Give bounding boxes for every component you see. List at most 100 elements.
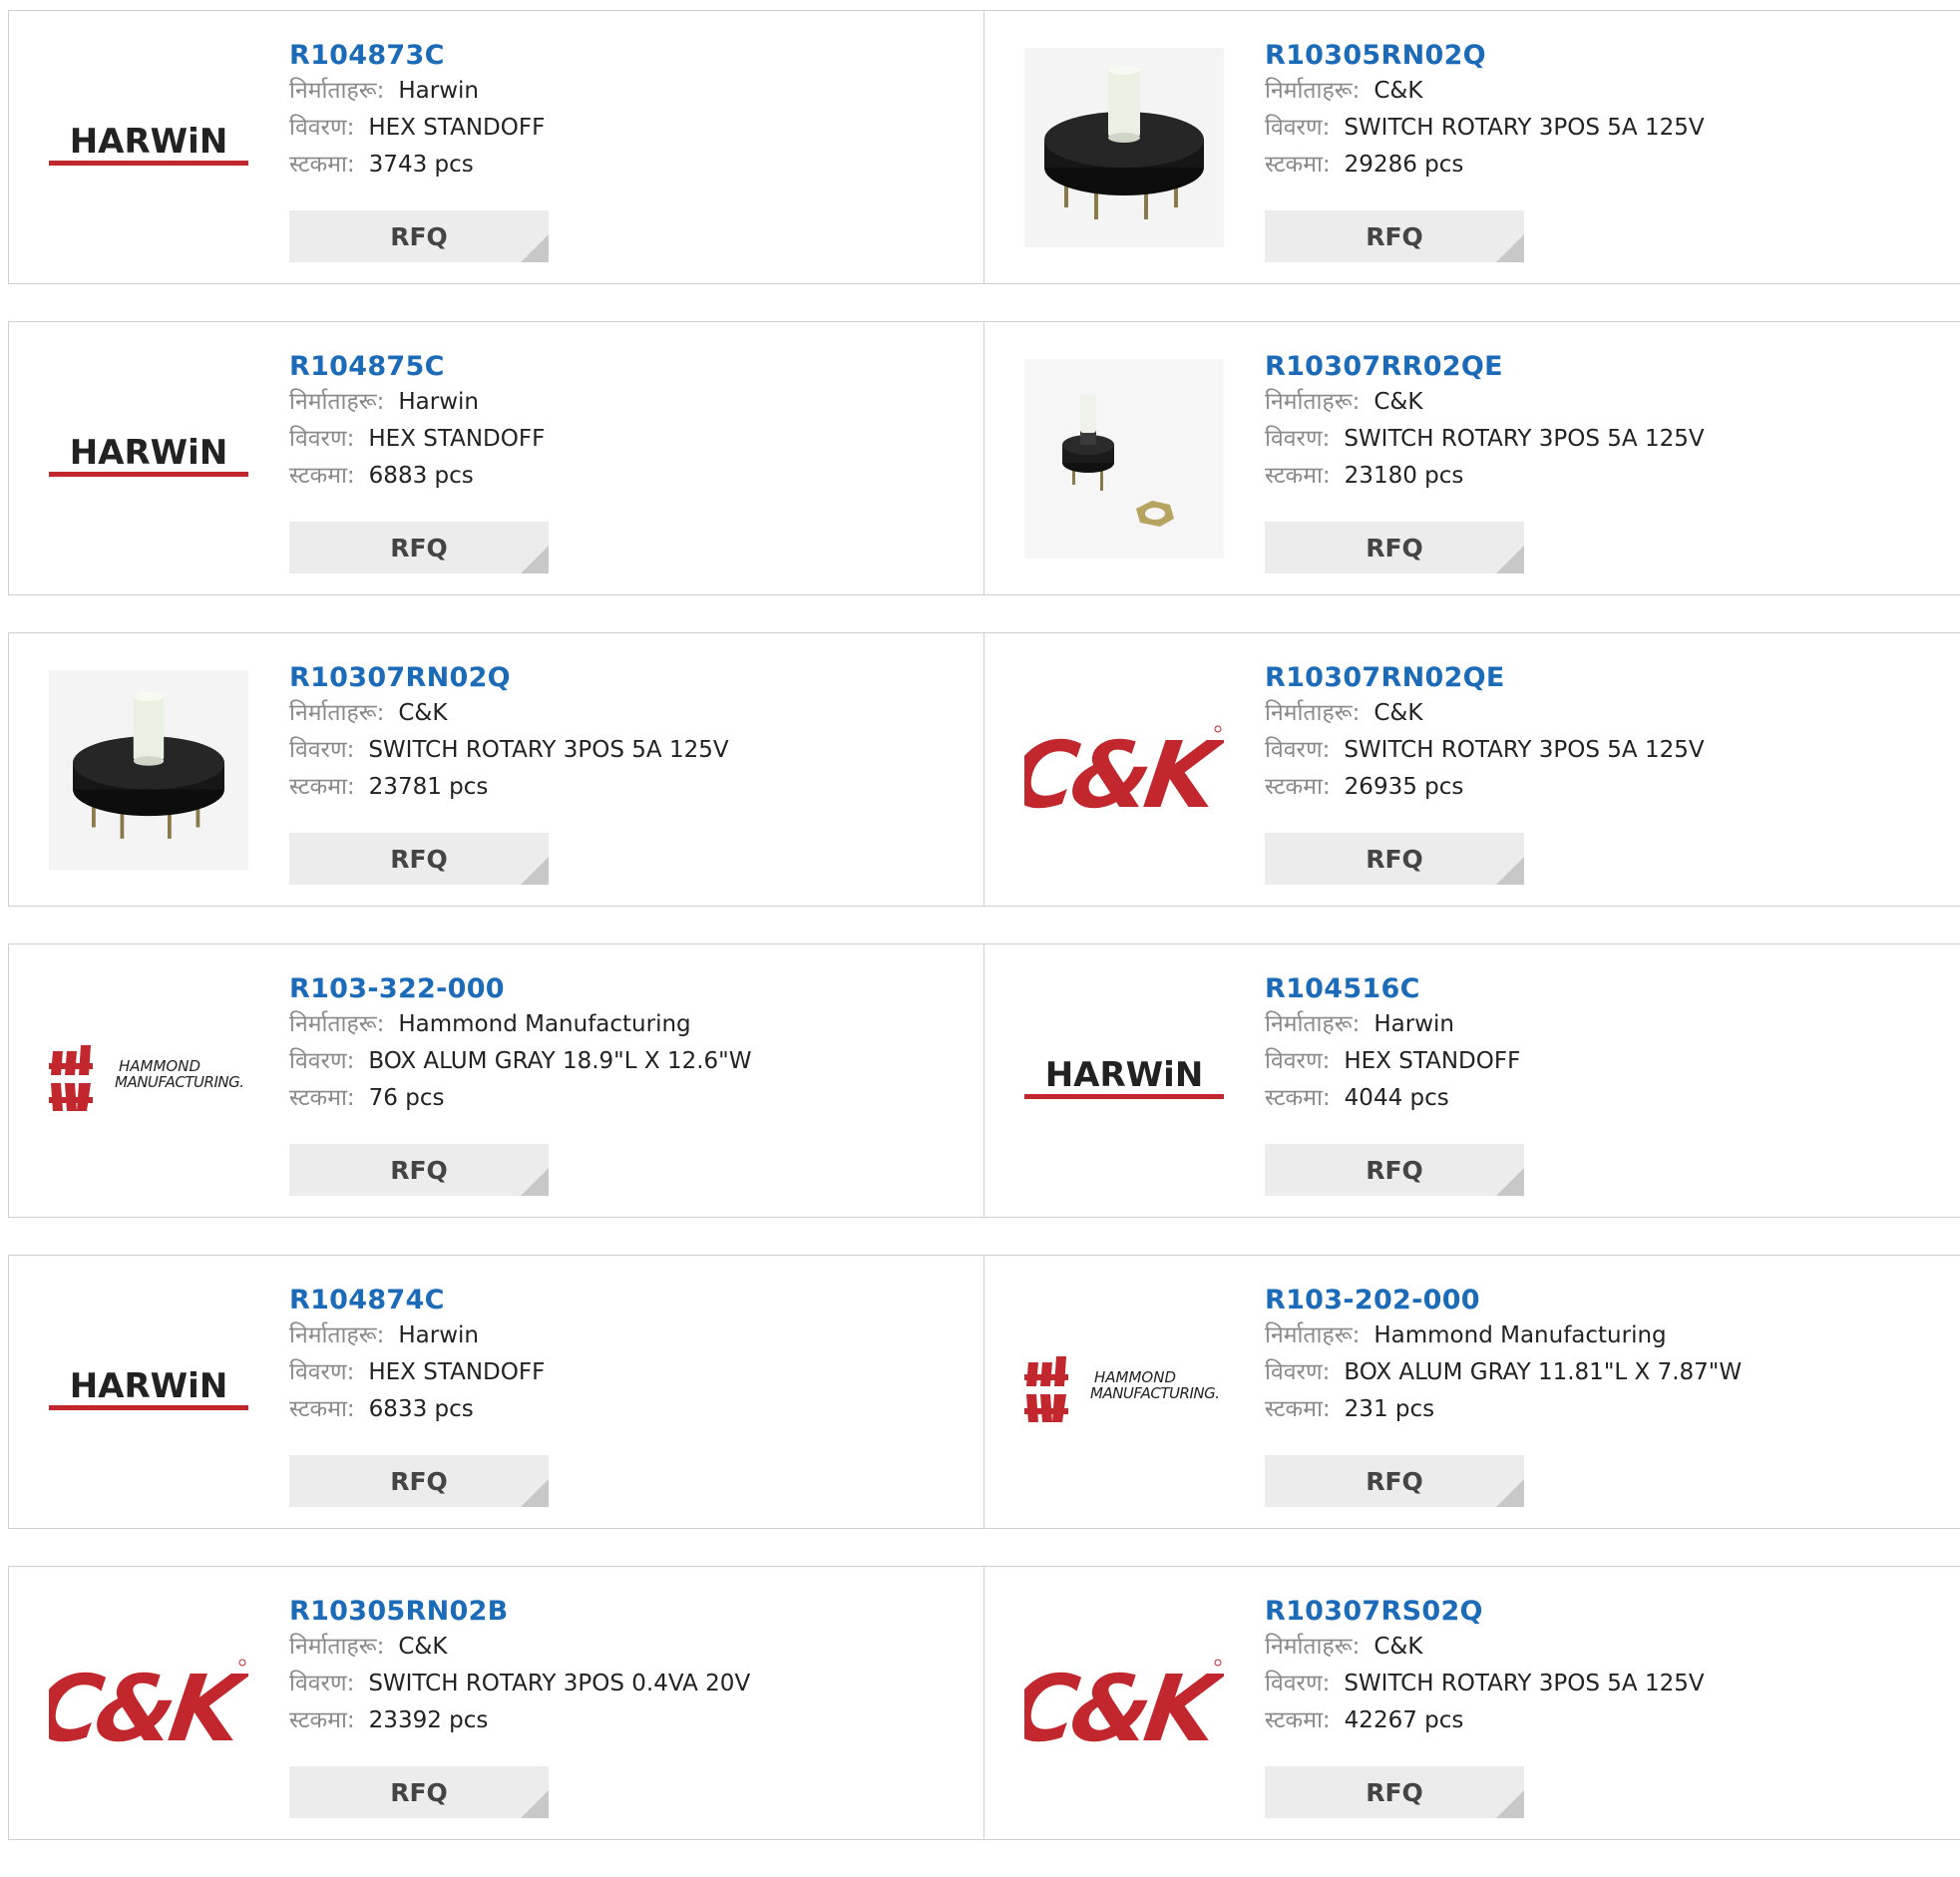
product-image[interactable]: C&K: [1024, 1604, 1224, 1803]
description-value: SWITCH ROTARY 3POS 5A 125V: [1344, 115, 1705, 141]
product-card: HARWiN R104516C निर्माताहरू: Harwin विवरण…: [983, 943, 1960, 1218]
product-image[interactable]: HAMMOND MANUFACTURING.: [1024, 1293, 1224, 1492]
stock-value: 231 pcs: [1344, 1396, 1435, 1422]
description-row: विवरण: SWITCH ROTARY 3POS 5A 125V: [289, 732, 975, 769]
stock-row: स्टकमा: 6833 pcs: [289, 1391, 975, 1428]
part-number-link[interactable]: R104874C: [289, 1284, 975, 1317]
product-image[interactable]: C&K: [1024, 670, 1224, 870]
manufacturer-label: निर्माताहरू:: [289, 1011, 385, 1037]
stock-row: स्टकमा: 26935 pcs: [1265, 769, 1950, 806]
part-number-link[interactable]: R10307RS02Q: [1265, 1595, 1950, 1629]
description-label: विवरण:: [289, 115, 355, 141]
part-number-link[interactable]: R104875C: [289, 350, 975, 384]
rfq-button[interactable]: RFQ: [289, 210, 549, 262]
product-card: C&K R10307RN02QE निर्माताहरू: C&K विवरण: S…: [983, 632, 1960, 907]
product-image[interactable]: [1024, 359, 1224, 559]
description-label: विवरण:: [289, 1359, 355, 1385]
part-number-link[interactable]: R10307RN02Q: [289, 661, 975, 695]
stock-label: स्टकमा:: [1265, 1396, 1331, 1422]
product-card: HAMMOND MANUFACTURING. R103-322-000 निर्…: [8, 943, 985, 1218]
stock-value: 26935 pcs: [1344, 774, 1464, 800]
description-label: विवरण:: [289, 1671, 355, 1696]
hammond-logo-icon: HAMMOND MANUFACTURING.: [1024, 1356, 1220, 1422]
manufacturer-value: C&K: [1373, 389, 1423, 415]
rfq-button[interactable]: RFQ: [289, 833, 549, 885]
part-number-link[interactable]: R103-322-000: [289, 972, 975, 1006]
product-card: R10307RN02Q निर्माताहरू: C&K विवरण: SWITCH…: [8, 632, 985, 907]
stock-row: स्टकमा: 76 pcs: [289, 1080, 975, 1117]
corner-triangle-icon: [521, 1790, 549, 1818]
stock-value: 23781 pcs: [368, 774, 489, 800]
manufacturer-value: Harwin: [398, 389, 479, 415]
product-info: R10307RN02QE निर्माताहरू: C&K विवरण: SWITC…: [1265, 661, 1950, 806]
product-image[interactable]: HARWiN: [1024, 981, 1224, 1181]
stock-label: स्टकमा:: [1265, 1085, 1331, 1111]
product-image[interactable]: [1024, 48, 1224, 247]
product-card: HAMMOND MANUFACTURING. R103-202-000 निर्…: [983, 1255, 1960, 1529]
manufacturer-row: निर्माताहरू: C&K: [1265, 73, 1950, 110]
manufacturer-row: निर्माताहरू: C&K: [289, 1629, 975, 1666]
harwin-wordmark: HARWiN: [70, 1366, 228, 1406]
description-label: विवरण:: [289, 426, 355, 452]
manufacturer-row: निर्माताहरू: Harwin: [289, 1317, 975, 1354]
rfq-button[interactable]: RFQ: [289, 1766, 549, 1818]
manufacturer-value: Harwin: [1373, 1011, 1454, 1037]
part-number-link[interactable]: R103-202-000: [1265, 1284, 1950, 1317]
stock-row: स्टकमा: 3743 pcs: [289, 147, 975, 184]
description-value: HEX STANDOFF: [368, 426, 546, 452]
part-number-link[interactable]: R104873C: [289, 39, 975, 73]
description-label: विवरण:: [289, 1048, 355, 1074]
stock-label: स्टकमा:: [289, 774, 355, 800]
stock-row: स्टकमा: 23781 pcs: [289, 769, 975, 806]
description-row: विवरण: HEX STANDOFF: [1265, 1043, 1950, 1080]
product-info: R10305RN02B निर्माताहरू: C&K विवरण: SWITCH…: [289, 1595, 975, 1739]
stock-label: स्टकमा:: [1265, 463, 1331, 489]
rfq-button[interactable]: RFQ: [1265, 833, 1524, 885]
description-value: HEX STANDOFF: [368, 1359, 546, 1385]
stock-label: स्टकमा:: [289, 152, 355, 178]
part-number-link[interactable]: R104516C: [1265, 972, 1950, 1006]
ck-wordmark: C&K: [49, 1655, 248, 1758]
manufacturer-value: Harwin: [398, 78, 479, 104]
rfq-label: RFQ: [1366, 1155, 1423, 1185]
rfq-label: RFQ: [390, 221, 448, 251]
rfq-label: RFQ: [390, 1466, 448, 1496]
product-info: R104874C निर्माताहरू: Harwin विवरण: HEX ST…: [289, 1284, 975, 1428]
product-card: HARWiN R104874C निर्माताहरू: Harwin विवरण…: [8, 1255, 985, 1529]
product-image[interactable]: C&K: [49, 1604, 248, 1803]
manufacturer-row: निर्माताहरू: C&K: [1265, 384, 1950, 421]
product-image[interactable]: HAMMOND MANUFACTURING.: [49, 981, 248, 1181]
stock-label: स्टकमा:: [1265, 1707, 1331, 1733]
harwin-wordmark: HARWiN: [70, 433, 228, 473]
rfq-button[interactable]: RFQ: [1265, 522, 1524, 573]
rfq-button[interactable]: RFQ: [1265, 1144, 1524, 1196]
part-number-link[interactable]: R10307RN02QE: [1265, 661, 1950, 695]
manufacturer-label: निर्माताहरू:: [289, 389, 385, 415]
ck-wordmark: C&K: [1024, 721, 1224, 825]
description-value: SWITCH ROTARY 3POS 0.4VA 20V: [368, 1671, 751, 1696]
part-number-link[interactable]: R10305RN02Q: [1265, 39, 1950, 73]
corner-triangle-icon: [521, 1168, 549, 1196]
manufacturer-label: निर्माताहरू:: [289, 78, 385, 104]
description-value: SWITCH ROTARY 3POS 5A 125V: [1344, 426, 1705, 452]
product-info: R10307RR02QE निर्माताहरू: C&K विवरण: SWITC…: [1265, 350, 1950, 495]
rfq-label: RFQ: [390, 844, 448, 874]
rotary-switch-image: [1024, 48, 1224, 247]
product-image[interactable]: [49, 670, 248, 870]
rfq-button[interactable]: RFQ: [1265, 1766, 1524, 1818]
product-image[interactable]: HARWiN: [49, 48, 248, 247]
description-row: विवरण: BOX ALUM GRAY 18.9"L X 12.6"W: [289, 1043, 975, 1080]
rfq-button[interactable]: RFQ: [289, 522, 549, 573]
product-grid: HARWiN R104873C निर्माताहरू: Harwin विवरण…: [8, 10, 1960, 1877]
corner-triangle-icon: [1496, 546, 1524, 573]
part-number-link[interactable]: R10305RN02B: [289, 1595, 975, 1629]
rfq-button[interactable]: RFQ: [1265, 210, 1524, 262]
description-value: SWITCH ROTARY 3POS 5A 125V: [368, 737, 729, 763]
product-image[interactable]: HARWiN: [49, 359, 248, 559]
rfq-button[interactable]: RFQ: [289, 1144, 549, 1196]
rfq-button[interactable]: RFQ: [1265, 1455, 1524, 1507]
rfq-button[interactable]: RFQ: [289, 1455, 549, 1507]
rotary-switch-image: [49, 670, 248, 870]
product-image[interactable]: HARWiN: [49, 1293, 248, 1492]
part-number-link[interactable]: R10307RR02QE: [1265, 350, 1950, 384]
